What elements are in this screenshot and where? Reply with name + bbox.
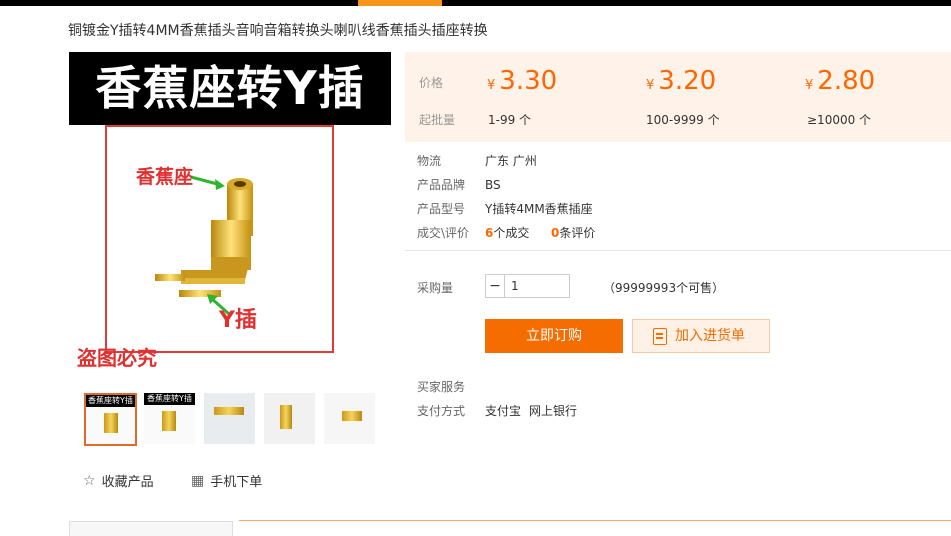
payment-row: 支付方式 支付宝 网上银行	[417, 402, 585, 419]
star-icon: ☆	[83, 472, 96, 489]
socket-label: 香蕉座	[136, 166, 194, 188]
thumbnail-1[interactable]: 香蕉座转Y插	[84, 393, 137, 446]
currency-symbol: ¥	[646, 78, 655, 93]
quantity-decrement-button[interactable]: −	[486, 275, 505, 297]
thumbnail-4[interactable]	[264, 393, 315, 444]
buyer-service-row: 买家服务	[417, 378, 485, 395]
model-value: Y插转4MM香蕉插座	[485, 202, 593, 216]
payment-method: 网上银行	[529, 404, 578, 418]
qr-code-icon: ▦	[191, 472, 205, 489]
mobile-order-label: 手机下单	[210, 475, 263, 490]
main-product-image[interactable]: 香蕉座转Y插 香蕉座 Y插 盗图必究	[69, 52, 391, 376]
mobile-order-button[interactable]: ▦ 手机下单	[191, 471, 263, 491]
stock-available: （99999993个可售）	[603, 281, 725, 295]
price-tier-1: ¥3.30	[487, 66, 557, 96]
quantity-input[interactable]	[505, 275, 569, 297]
logistics-label: 物流	[417, 154, 442, 168]
price-label: 价格	[419, 76, 444, 90]
thumbnail-part	[214, 407, 244, 415]
add-to-cart-button[interactable]: 加入进货单	[632, 319, 770, 353]
y-plug-label: Y插	[219, 308, 257, 333]
active-tab-indicator	[358, 0, 442, 6]
thumbnail-part	[280, 405, 292, 429]
price-tier-3: ¥2.80	[805, 66, 875, 96]
price-panel: 价格 起批量 ¥3.30 ¥3.20 ¥2.80 1-99 个 100-9999…	[405, 52, 951, 142]
reviews-suffix[interactable]: 条评价	[559, 226, 595, 240]
brand-value: BS	[485, 178, 501, 192]
product-title: 铜镀金Y插转4MM香蕉插头音响音箱转换头喇叭线香蕉插头插座转换	[68, 23, 488, 39]
bottom-divider	[239, 520, 951, 521]
payment-label: 支付方式	[417, 404, 466, 418]
thumbnail-3[interactable]	[204, 393, 255, 444]
thumbnail-caption: 香蕉座转Y插	[86, 395, 135, 407]
clipboard-icon	[653, 328, 667, 345]
thumbnail-2[interactable]: 香蕉座转Y插	[144, 393, 195, 444]
add-to-cart-label: 加入进货单	[675, 328, 745, 344]
price-value: 2.80	[817, 66, 876, 96]
thumbnail-part	[342, 411, 362, 421]
range-tier-1: 1-99 个	[488, 113, 532, 127]
favorite-button[interactable]: ☆ 收藏产品	[83, 471, 154, 491]
favorite-label: 收藏产品	[101, 475, 154, 490]
range-tier-2: 100-9999 个	[646, 113, 720, 127]
deals-row: 成交\评价 6个成交 0条评价	[417, 224, 595, 241]
model-row: 产品型号 Y插转4MM香蕉插座	[417, 200, 593, 217]
price-value: 3.30	[499, 66, 558, 96]
currency-symbol: ¥	[805, 78, 814, 93]
buy-now-button[interactable]: 立即订购	[485, 319, 623, 353]
section-divider	[405, 250, 951, 251]
thumbnail-caption: 香蕉座转Y插	[144, 393, 195, 405]
deals-label: 成交\评价	[417, 226, 470, 240]
thumbnail-part	[162, 411, 176, 431]
top-bar	[0, 0, 951, 6]
payment-method: 支付宝	[485, 404, 522, 418]
watermark-text: 盗图必究	[77, 346, 157, 370]
model-label: 产品型号	[417, 202, 466, 216]
buyer-service-label: 买家服务	[417, 380, 466, 394]
range-tier-3: ≥10000 个	[807, 113, 872, 127]
brand-row: 产品品牌 BS	[417, 176, 501, 193]
price-value: 3.20	[658, 66, 717, 96]
brand-label: 产品品牌	[417, 178, 466, 192]
quantity-label: 采购量	[417, 281, 454, 295]
currency-symbol: ¥	[487, 78, 496, 93]
deals-suffix[interactable]: 个成交	[493, 226, 529, 240]
logistics-row: 物流 广东 广州	[417, 152, 537, 169]
price-tier-2: ¥3.20	[646, 66, 716, 96]
logistics-value: 广东 广州	[485, 154, 537, 168]
moq-label: 起批量	[419, 113, 456, 127]
quantity-stepper: −	[485, 274, 570, 298]
thumbnail-part	[104, 413, 118, 433]
thumbnail-5[interactable]	[324, 393, 375, 444]
